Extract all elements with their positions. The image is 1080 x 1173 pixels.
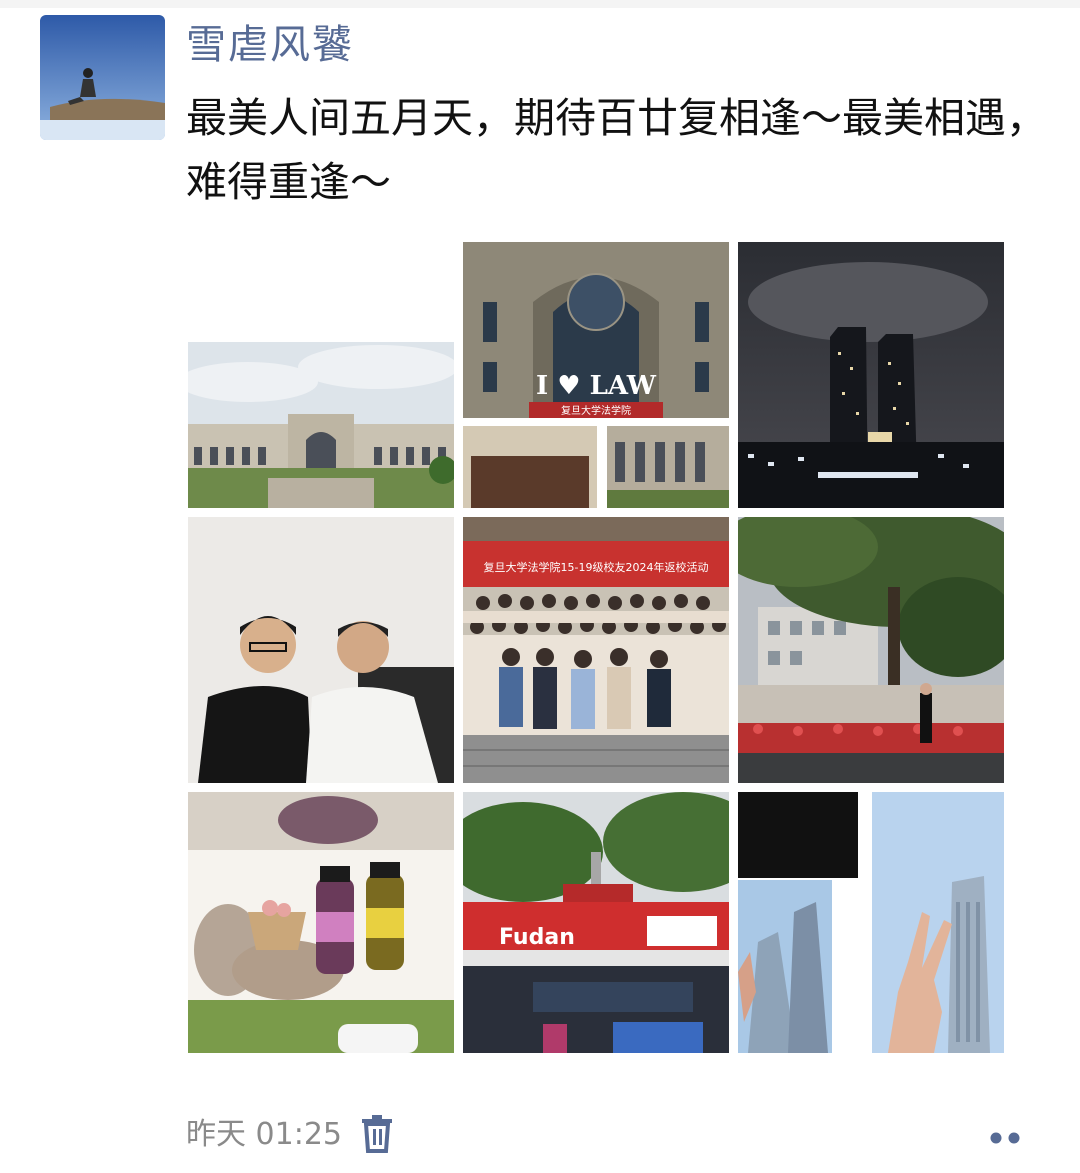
post-username[interactable]: 雪虐风饕 — [186, 18, 354, 72]
trash-icon[interactable] — [360, 1113, 394, 1153]
photo-selfie[interactable] — [188, 517, 454, 783]
photo-fudan-flowerbed[interactable]: Fudan — [463, 792, 729, 1053]
avatar[interactable] — [40, 15, 165, 140]
law-caption-text: 复旦大学法学院 — [561, 404, 631, 417]
fudan-sign-text: Fudan — [499, 925, 575, 950]
post-text: 最美人间五月天，期待百廿复相逢～最美相遇，难得重逢～ — [186, 94, 1047, 206]
post-timestamp: 昨天 01:25 — [186, 1117, 342, 1152]
photo-towers-v-sign[interactable] — [738, 792, 1004, 1053]
photo-twin-towers-night[interactable] — [738, 242, 1004, 508]
group-banner-text: 复旦大学法学院15-19级校友2024年返校活动 — [484, 560, 709, 574]
photo-law-school-collage[interactable]: I ♥ LAW 复旦大学法学院 — [463, 242, 729, 508]
photo-campus-building[interactable] — [188, 242, 454, 508]
photo-campus-tree[interactable] — [738, 517, 1004, 783]
photo-snacks[interactable] — [188, 792, 454, 1053]
more-dots-icon[interactable] — [980, 1118, 1030, 1158]
photo-group[interactable]: 复旦大学法学院15-19级校友2024年返校活动 — [463, 517, 729, 783]
top-bar — [0, 0, 1080, 8]
law-sign-text: I ♥ LAW — [536, 371, 657, 401]
